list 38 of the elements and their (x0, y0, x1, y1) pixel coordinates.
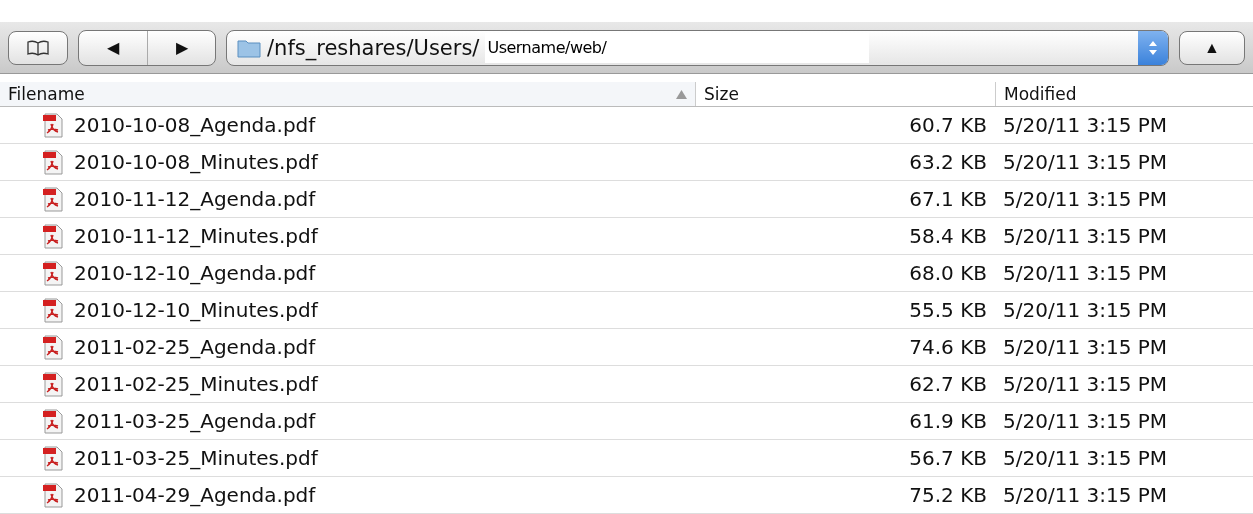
file-name[interactable]: 2011-03-25_Agenda.pdf (74, 408, 316, 433)
modified-date: 5/20/11 3:15 PM (1002, 408, 1169, 433)
modified-date: 5/20/11 3:15 PM (1002, 260, 1169, 285)
file-name[interactable]: 2010-12-10_Agenda.pdf (74, 260, 316, 285)
modified-date: 5/20/11 3:15 PM (1002, 482, 1169, 507)
forward-button[interactable]: ▶ (147, 30, 215, 65)
modified-date: 5/20/11 3:15 PM (1002, 223, 1169, 248)
modified-date: 5/20/11 3:15 PM (1002, 371, 1169, 396)
modified-date: 5/20/11 3:15 PM (1002, 297, 1169, 322)
file-size: 75.2 KB (909, 482, 988, 507)
modified-date: 5/20/11 3:15 PM (1002, 334, 1169, 359)
file-name[interactable]: 2010-11-12_Minutes.pdf (74, 223, 318, 248)
file-size: 63.2 KB (909, 149, 988, 174)
file-size: 68.0 KB (909, 260, 988, 285)
file-size: 67.1 KB (909, 186, 988, 211)
file-name[interactable]: 2010-10-08_Minutes.pdf (74, 149, 318, 174)
up-button[interactable]: ▲ (1179, 30, 1245, 65)
path-field[interactable]: /nfs_reshares/Users/ Username/web/ (226, 29, 1169, 66)
file-size: 61.9 KB (909, 408, 988, 433)
file-size: 62.7 KB (909, 371, 988, 396)
file-name[interactable]: 2011-03-25_Minutes.pdf (74, 445, 318, 470)
column-header[interactable]: Filename (0, 82, 695, 106)
modified-date: 5/20/11 3:15 PM (1002, 445, 1169, 470)
file-name[interactable]: 2011-02-25_Minutes.pdf (74, 371, 318, 396)
modified-date: 5/20/11 3:15 PM (1002, 149, 1169, 174)
modified-date: 5/20/11 3:15 PM (1002, 186, 1169, 211)
file-size: 56.7 KB (909, 445, 988, 470)
file-name[interactable]: 2010-10-08_Agenda.pdf (74, 112, 316, 137)
file-size: 58.4 KB (909, 223, 988, 248)
file-name[interactable]: 2011-02-25_Agenda.pdf (74, 334, 316, 359)
file-size: 55.5 KB (909, 297, 988, 322)
file-name[interactable]: 2011-04-29_Agenda.pdf (74, 482, 316, 507)
file-size: 60.7 KB (909, 112, 988, 137)
file-size: 74.6 KB (909, 334, 988, 359)
file-name[interactable]: 2010-11-12_Agenda.pdf (74, 186, 316, 211)
back-button[interactable]: ◀ (79, 30, 147, 65)
modified-date: 5/20/11 3:15 PM (1002, 112, 1169, 137)
file-name[interactable]: 2010-12-10_Minutes.pdf (74, 297, 318, 322)
